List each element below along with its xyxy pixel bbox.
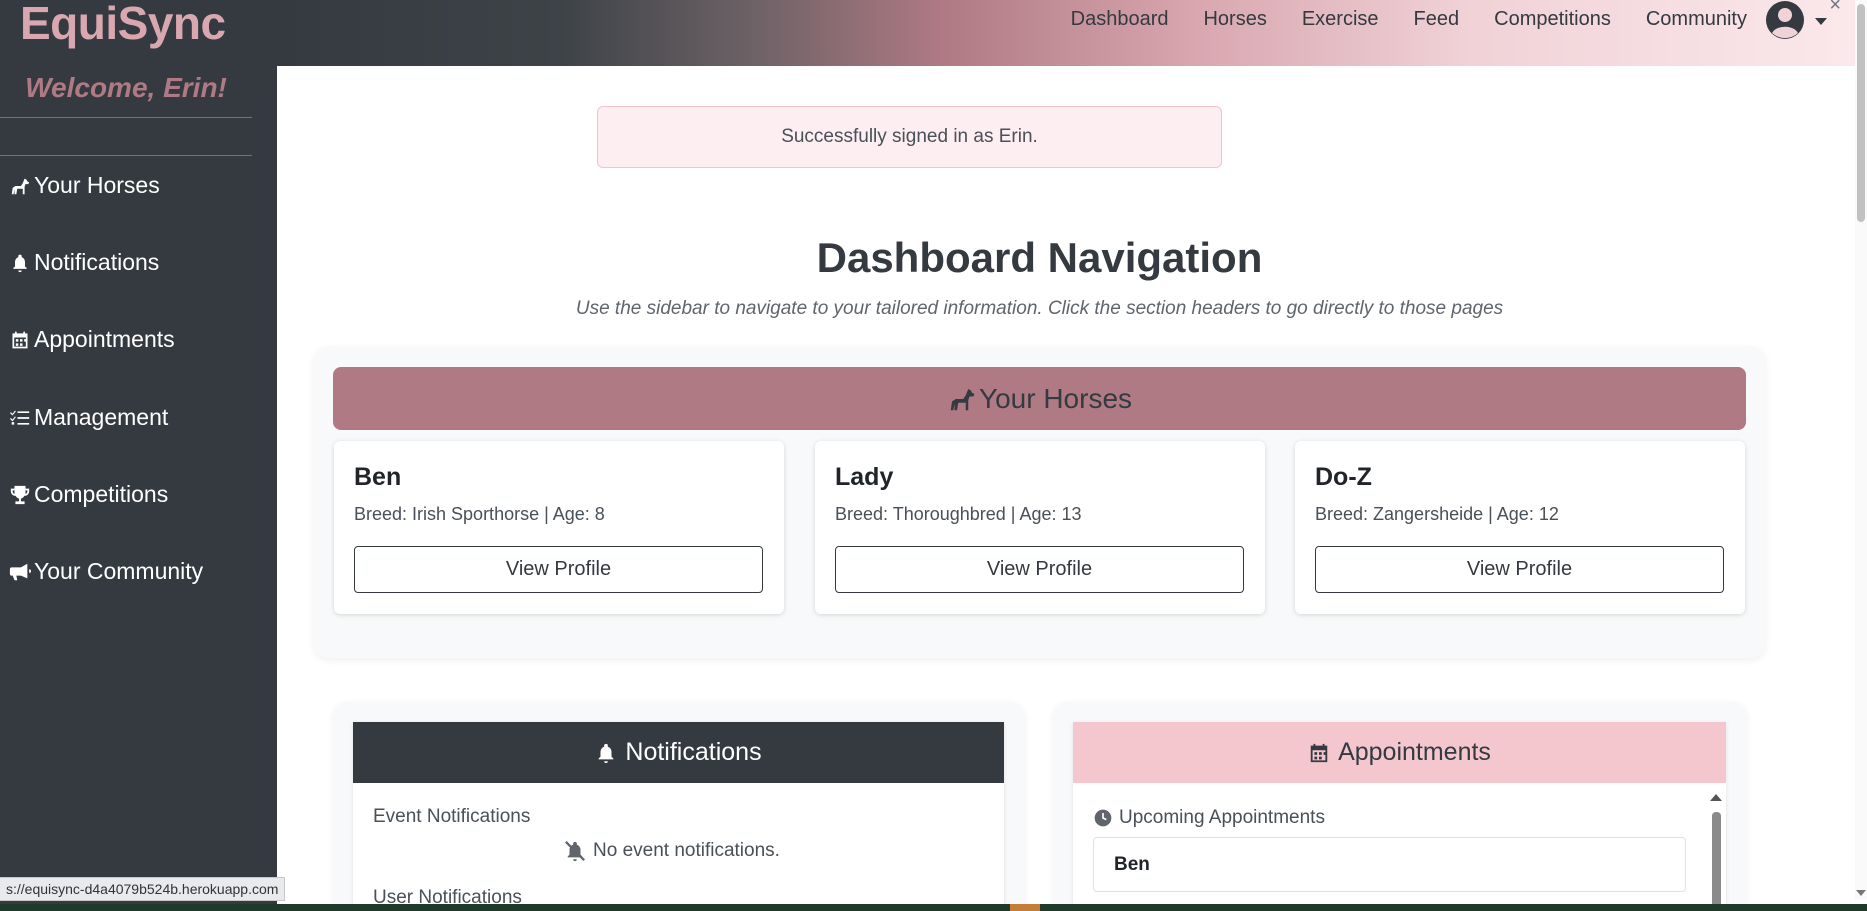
taskbar-strip xyxy=(0,904,1867,911)
horse-info: Breed: Zangersheide | Age: 12 xyxy=(1315,504,1559,524)
page-scrollbar[interactable] xyxy=(1855,0,1867,900)
horse-card: Do-Z Breed: Zangersheide | Age: 12 View … xyxy=(1295,441,1745,614)
appointments-header[interactable]: Appointments xyxy=(1073,722,1726,783)
calendar-icon xyxy=(8,328,32,352)
calendar-icon xyxy=(1310,743,1328,762)
horse-name: Do-Z xyxy=(1315,463,1372,491)
user-avatar-icon[interactable] xyxy=(1765,0,1805,40)
horse-card: Lady Breed: Thoroughbred | Age: 13 View … xyxy=(815,441,1265,614)
nav-link-dashboard[interactable]: Dashboard xyxy=(1071,8,1169,31)
sidebar-item-label: Notifications xyxy=(34,249,160,275)
notifications-header[interactable]: Notifications xyxy=(353,722,1004,783)
list-check-icon xyxy=(8,406,32,430)
sidebar-item-management[interactable]: Management xyxy=(8,404,168,431)
sidebar-item-label: Your Community xyxy=(34,558,204,584)
sidebar-divider xyxy=(0,155,252,156)
no-event-notifications-text: No event notifications. xyxy=(593,840,780,861)
brand-logo[interactable]: EquiSync xyxy=(20,0,226,50)
view-profile-button[interactable]: View Profile xyxy=(354,546,763,593)
scrollbar-thumb[interactable] xyxy=(1712,812,1721,911)
no-event-notifications: No event notifications. xyxy=(563,840,780,862)
bell-icon xyxy=(599,743,614,763)
notifications-card: Notifications Event Notifications No eve… xyxy=(353,722,1004,911)
appointments-scrollbar[interactable] xyxy=(1710,794,1722,911)
bell-icon xyxy=(8,251,32,275)
sidebar-item-competitions[interactable]: Competitions xyxy=(8,481,168,508)
nav-link-horses[interactable]: Horses xyxy=(1203,8,1266,31)
horse-info: Breed: Irish Sporthorse | Age: 8 xyxy=(354,504,605,524)
nav-link-competitions[interactable]: Competitions xyxy=(1494,8,1611,31)
trophy-icon xyxy=(8,483,32,507)
sidebar-item-label: Competitions xyxy=(34,481,169,507)
sidebar-item-your-community[interactable]: Your Community xyxy=(8,558,203,585)
sidebar-divider xyxy=(0,117,252,118)
scroll-down-arrow-icon[interactable] xyxy=(1856,890,1866,896)
your-horses-header[interactable]: Your Horses xyxy=(333,367,1746,430)
horse-info: Breed: Thoroughbred | Age: 13 xyxy=(835,504,1082,524)
welcome-message: Welcome, Erin! xyxy=(25,72,227,103)
horse-icon xyxy=(8,174,32,198)
nav-link-community[interactable]: Community xyxy=(1646,8,1747,31)
event-notifications-title: Event Notifications xyxy=(373,806,531,827)
sidebar-item-appointments[interactable]: Appointments xyxy=(8,326,175,353)
bell-slash-icon xyxy=(565,841,585,862)
bullhorn-icon xyxy=(8,560,32,584)
sidebar-item-label: Management xyxy=(34,404,169,430)
appointments-card: Appointments Upcoming Appointments Ben xyxy=(1073,722,1726,911)
chevron-down-icon[interactable] xyxy=(1815,18,1827,25)
nav-link-feed[interactable]: Feed xyxy=(1414,8,1460,31)
view-profile-button[interactable]: View Profile xyxy=(1315,546,1724,593)
taskbar-accent xyxy=(1010,904,1040,911)
your-horses-header-label: Your Horses xyxy=(978,382,1133,414)
horse-name: Lady xyxy=(835,463,894,491)
scroll-up-arrow-icon[interactable] xyxy=(1710,794,1722,801)
close-icon[interactable]: × xyxy=(1829,0,1841,17)
sidebar-item-your-horses[interactable]: Your Horses xyxy=(8,172,160,199)
horse-name: Ben xyxy=(354,463,402,491)
clock-icon xyxy=(1094,809,1112,827)
horse-icon xyxy=(950,388,975,410)
nav-link-exercise[interactable]: Exercise xyxy=(1302,8,1379,31)
success-alert: Successfully signed in as Erin. xyxy=(597,106,1222,168)
notifications-header-label: Notifications xyxy=(625,738,762,766)
sidebar: EquiSync Welcome, Erin! Your Horses Noti… xyxy=(0,0,277,911)
nav-links: Dashboard Horses Exercise Feed Competiti… xyxy=(1071,8,1747,31)
view-profile-button[interactable]: View Profile xyxy=(835,546,1244,593)
page-title: Dashboard Navigation xyxy=(816,234,1263,281)
appointment-item[interactable]: Ben xyxy=(1093,837,1686,892)
horse-card: Ben Breed: Irish Sporthorse | Age: 8 Vie… xyxy=(334,441,784,614)
page-subtitle: Use the sidebar to navigate to your tail… xyxy=(575,298,1504,319)
upcoming-appointments-label: Upcoming Appointments xyxy=(1119,807,1325,828)
top-navbar: Dashboard Horses Exercise Feed Competiti… xyxy=(277,0,1867,66)
upcoming-appointments-title: Upcoming Appointments xyxy=(1093,807,1325,829)
page-scrollbar-thumb[interactable] xyxy=(1857,4,1865,222)
status-bar-url: s://equisync-d4a4079b524b.herokuapp.com xyxy=(0,877,286,901)
sidebar-item-label: Appointments xyxy=(34,326,175,352)
sidebar-item-notifications[interactable]: Notifications xyxy=(8,249,159,276)
sidebar-item-label: Your Horses xyxy=(34,172,160,198)
appointments-header-label: Appointments xyxy=(1338,738,1491,766)
